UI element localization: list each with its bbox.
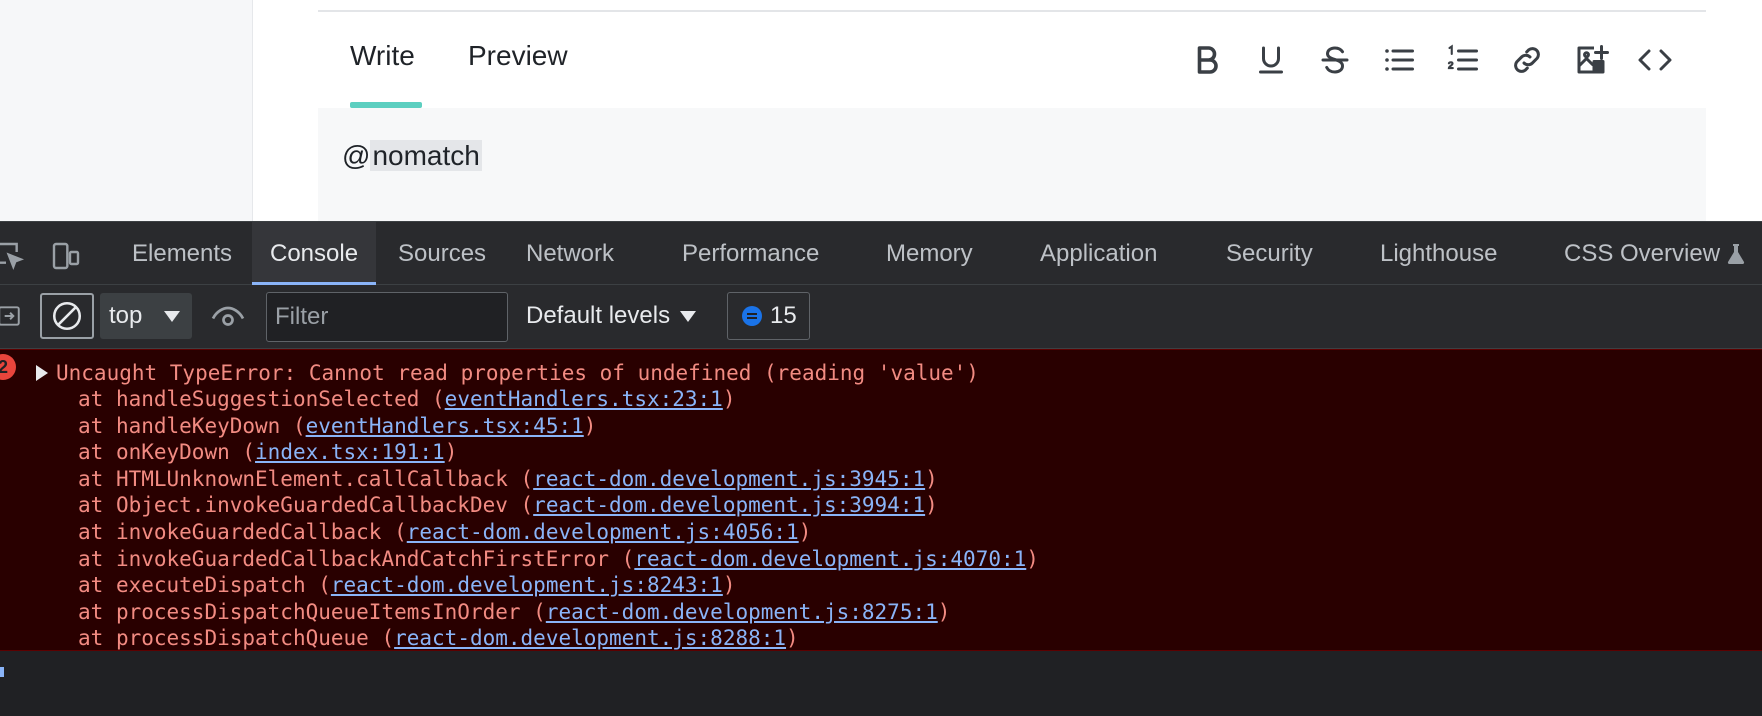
tab-memory[interactable]: Memory — [886, 222, 973, 285]
console-prompt-caret[interactable] — [0, 667, 4, 677]
source-link[interactable]: react-dom.development.js:8243:1 — [331, 573, 723, 597]
stack-fn: executeDispatch — [115, 573, 306, 598]
stack-frame: at invokeGuardedCallback (react-dom.deve… — [78, 519, 812, 544]
tab-preview[interactable]: Preview — [468, 40, 568, 72]
bullet-list-icon — [1385, 49, 1414, 71]
comment-editor: Write Preview @nomatch — [318, 0, 1706, 221]
tab-sources[interactable]: Sources — [398, 222, 486, 285]
stack-frame: at handleSuggestionSelected (eventHandle… — [78, 387, 736, 411]
source-link[interactable]: react-dom.development.js:4056:1 — [407, 520, 799, 544]
source-link[interactable]: eventHandlers.tsx:23:1 — [445, 387, 723, 411]
tab-css-overview[interactable]: CSS Overview — [1564, 222, 1720, 285]
source-link[interactable]: react-dom.development.js:4070:1 — [634, 547, 1026, 571]
inspect-element-icon[interactable] — [0, 240, 26, 272]
stack-fn: handleSuggestionSelected — [115, 387, 420, 411]
stack-frame: at processDispatchQueueItemsInOrder (rea… — [78, 599, 951, 624]
devtools-tabbar: Elements Console Sources Network Perform… — [0, 221, 1762, 285]
live-expression-eye-icon[interactable] — [210, 299, 246, 335]
mention-text: nomatch — [370, 140, 482, 171]
chevron-down-icon — [680, 311, 697, 322]
link-icon — [1514, 47, 1540, 73]
filter-input[interactable] — [266, 292, 508, 342]
context-value: top — [109, 302, 143, 329]
log-levels-label: Default levels — [526, 302, 671, 329]
source-link[interactable]: react-dom.development.js:8275:1 — [546, 600, 938, 624]
tab-network[interactable]: Network — [526, 222, 614, 285]
bullet-list-button[interactable] — [1378, 39, 1420, 81]
source-link[interactable]: react-dom.development.js:8288:1 — [394, 626, 786, 650]
stack-frame: at processDispatchQueue (react-dom.devel… — [78, 626, 799, 651]
stack-trace: at handleSuggestionSelected (eventHandle… — [78, 386, 1039, 652]
source-link[interactable]: react-dom.development.js:3945:1 — [533, 467, 925, 491]
source-link[interactable]: react-dom.development.js:3994:1 — [533, 493, 925, 517]
console-output: 2 Uncaught TypeError: Cannot read proper… — [0, 349, 1762, 716]
mention-prefix: @ — [342, 140, 371, 171]
issues-count-button[interactable]: 15 — [727, 292, 810, 340]
editor-content: @nomatch — [342, 132, 482, 180]
stack-fn: processDispatchQueue — [115, 626, 369, 651]
stack-frame: at executeDispatch (react-dom.developmen… — [78, 573, 736, 598]
clear-console-button[interactable] — [40, 293, 94, 339]
source-link[interactable]: index.tsx:191:1 — [255, 440, 445, 464]
experimental-flask-icon — [1727, 244, 1745, 264]
stack-fn: Object.invokeGuardedCallbackDev — [115, 493, 508, 518]
issues-count: 15 — [770, 302, 797, 329]
devtools-panel: Elements Console Sources Network Perform… — [0, 221, 1762, 716]
sidebar-toggle-icon[interactable] — [0, 303, 22, 329]
source-link[interactable]: eventHandlers.tsx:45:1 — [306, 414, 584, 438]
divider — [318, 10, 1706, 12]
image-icon — [1577, 45, 1609, 74]
link-button[interactable] — [1506, 39, 1548, 81]
clear-icon — [52, 301, 82, 331]
expand-triangle-icon[interactable] — [36, 365, 48, 381]
console-toolbar: top Default levels 15 — [0, 285, 1762, 349]
underline-button[interactable] — [1250, 39, 1292, 81]
formatting-toolbar — [1186, 38, 1676, 82]
stack-fn: invokeGuardedCallbackAndCatchFirstError — [115, 546, 610, 571]
bold-button[interactable] — [1186, 39, 1228, 81]
tab-performance[interactable]: Performance — [682, 222, 819, 285]
stack-frame: at invokeGuardedCallbackAndCatchFirstErr… — [78, 546, 1039, 571]
tab-application[interactable]: Application — [1040, 222, 1157, 285]
message-bubble-icon — [742, 306, 762, 326]
image-button[interactable] — [1570, 39, 1612, 81]
device-toolbar-icon[interactable] — [50, 240, 82, 272]
code-button[interactable] — [1634, 39, 1676, 81]
error-text: Uncaught TypeError: Cannot read properti… — [56, 361, 979, 385]
stack-frame: at Object.invokeGuardedCallbackDev (reac… — [78, 493, 938, 518]
underline-icon — [1259, 46, 1283, 74]
stack-fn: onKeyDown — [115, 440, 230, 465]
stack-frame: at onKeyDown (index.tsx:191:1) — [78, 440, 458, 465]
code-icon — [1638, 49, 1672, 71]
stack-frame: at HTMLUnknownElement.callCallback (reac… — [78, 466, 938, 491]
tab-console[interactable]: Console — [252, 222, 377, 285]
left-sidebar — [0, 0, 253, 221]
tab-security[interactable]: Security — [1226, 222, 1313, 285]
context-selector[interactable]: top — [100, 293, 192, 339]
bold-icon — [1197, 46, 1218, 74]
console-error-message[interactable]: 2 Uncaught TypeError: Cannot read proper… — [0, 349, 1762, 651]
editor-textarea[interactable]: @nomatch — [318, 108, 1706, 221]
stack-fn: invokeGuardedCallback — [115, 519, 382, 544]
stack-fn: HTMLUnknownElement.callCallback — [115, 466, 508, 491]
stack-frame: at handleKeyDown (eventHandlers.tsx:45:1… — [78, 413, 597, 438]
stack-fn: processDispatchQueueItemsInOrder — [115, 599, 521, 624]
error-repeat-count: 2 — [0, 354, 16, 380]
numbered-list-button[interactable] — [1442, 39, 1484, 81]
tab-elements[interactable]: Elements — [132, 222, 232, 285]
tab-lighthouse[interactable]: Lighthouse — [1380, 222, 1497, 285]
numbered-list-icon — [1447, 44, 1478, 71]
tab-write[interactable]: Write — [350, 40, 415, 72]
chevron-down-icon — [164, 311, 180, 322]
strikethrough-button[interactable] — [1314, 39, 1356, 81]
strikethrough-icon — [1321, 46, 1349, 74]
log-levels-dropdown[interactable]: Default levels — [526, 293, 700, 339]
page-content: Write Preview @nomatch — [0, 0, 1762, 221]
stack-fn: handleKeyDown — [115, 413, 281, 438]
